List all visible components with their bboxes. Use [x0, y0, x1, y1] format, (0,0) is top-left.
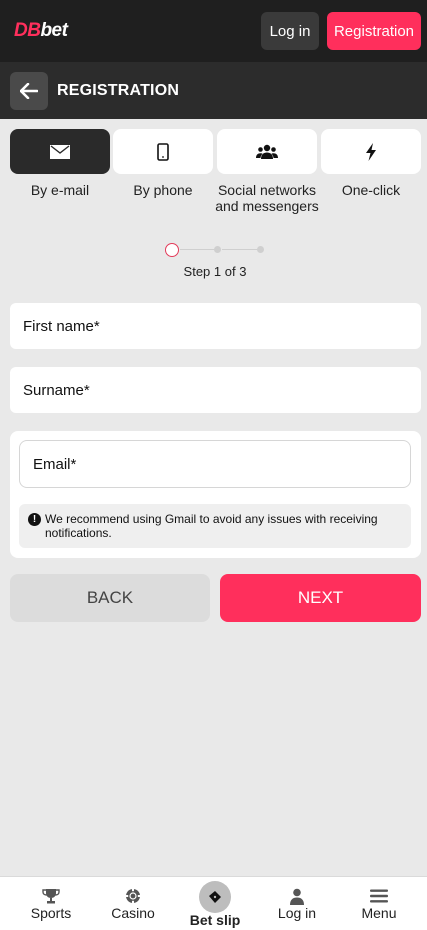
method-social-networks[interactable] — [217, 129, 317, 174]
method-one-click[interactable] — [321, 129, 421, 174]
email-field-wrapper — [19, 440, 411, 488]
nav-label-sports: Sports — [30, 905, 72, 921]
nav-item-sports[interactable]: Sports — [11, 877, 91, 930]
back-button[interactable]: BACK — [10, 574, 210, 622]
logo-part-db: DB — [14, 20, 41, 41]
next-button[interactable]: NEXT — [220, 574, 421, 622]
nav-item-bet-slip[interactable]: Bet slip — [175, 877, 255, 930]
ticket-icon — [199, 881, 231, 913]
casino-chip-icon — [123, 887, 143, 905]
top-bar: DB bet Log in Registration — [0, 0, 427, 62]
exclamation-icon: ! — [28, 513, 41, 526]
users-icon — [256, 144, 278, 159]
logo-part-bet: bet — [40, 20, 68, 41]
surname-input[interactable] — [10, 367, 421, 413]
envelope-icon — [50, 144, 70, 159]
first-name-field-wrapper — [10, 303, 421, 349]
nav-label-login: Log in — [277, 905, 317, 921]
gmail-notice: ! We recommend using Gmail to avoid any … — [19, 504, 411, 548]
method-label-social: Social networks and messengers — [215, 182, 319, 214]
step-connector — [222, 249, 260, 250]
nav-item-menu[interactable]: Menu — [339, 877, 419, 930]
user-icon — [287, 887, 307, 905]
registration-button[interactable]: Registration — [327, 12, 421, 50]
first-name-input[interactable] — [10, 303, 421, 349]
dbbet-logo[interactable]: DB bet — [14, 20, 68, 42]
nav-item-login[interactable]: Log in — [257, 877, 337, 930]
hamburger-icon — [369, 887, 389, 905]
title-bar: REGISTRATION — [0, 62, 427, 119]
arrow-left-icon — [20, 83, 38, 99]
nav-label-menu: Menu — [361, 905, 397, 921]
nav-item-casino[interactable]: Casino — [93, 877, 173, 930]
bottom-navigation: Sports Casino Bet slip Log in Menu — [0, 876, 427, 930]
surname-field-wrapper — [10, 367, 421, 413]
back-arrow-button[interactable] — [10, 72, 48, 110]
step-dot — [214, 246, 221, 253]
step-connector — [180, 249, 216, 250]
lightning-icon — [366, 142, 376, 161]
nav-label-bet-slip: Bet slip — [189, 912, 241, 928]
page-title: REGISTRATION — [57, 82, 180, 99]
phone-icon — [157, 142, 169, 161]
method-by-phone[interactable] — [113, 129, 213, 174]
step-dot — [257, 246, 264, 253]
login-button[interactable]: Log in — [261, 12, 319, 50]
email-card: ! We recommend using Gmail to avoid any … — [10, 431, 421, 558]
method-by-email[interactable] — [10, 129, 110, 174]
trophy-icon — [41, 887, 61, 905]
step-indicator — [164, 242, 264, 258]
method-label-one-click: One-click — [341, 182, 401, 198]
method-label-email: By e-mail — [30, 182, 90, 198]
step-current-dot — [165, 243, 179, 257]
nav-label-casino: Casino — [111, 905, 155, 921]
email-input[interactable] — [20, 441, 410, 487]
method-label-phone: By phone — [133, 182, 193, 198]
step-label: Step 1 of 3 — [183, 264, 247, 279]
notice-text: We recommend using Gmail to avoid any is… — [45, 512, 378, 540]
